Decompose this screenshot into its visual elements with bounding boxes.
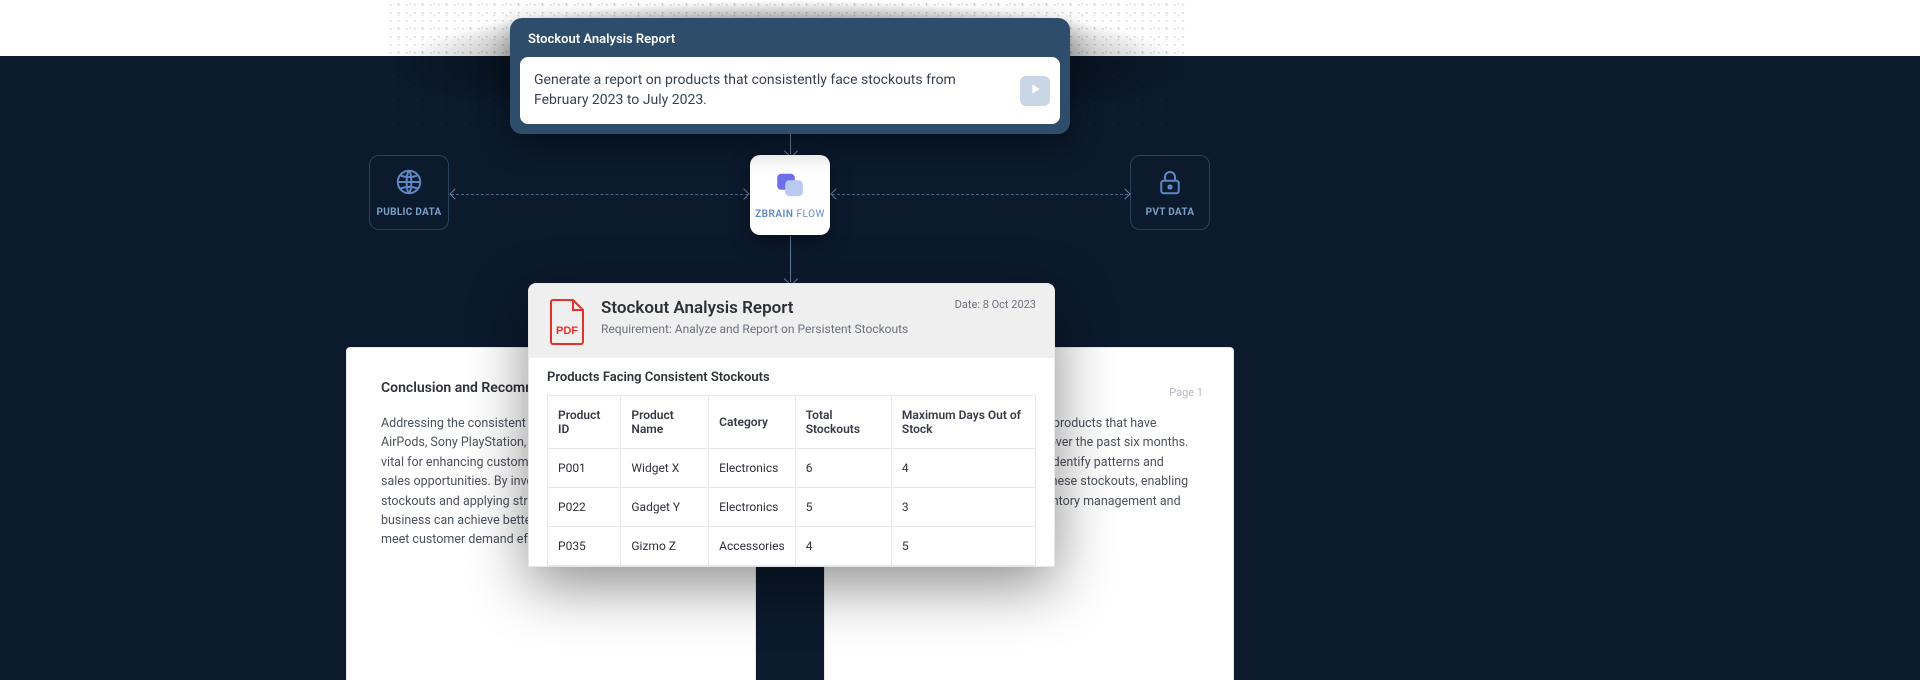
play-icon <box>1027 81 1043 101</box>
report-title: Stockout Analysis Report <box>601 298 941 318</box>
report-header: PDF Stockout Analysis Report Requirement… <box>529 284 1054 358</box>
private-data-label: PVT DATA <box>1146 207 1195 218</box>
page-number: Page 1 <box>1169 386 1203 399</box>
table-header-row: Product ID Product Name Category Total S… <box>548 396 1036 449</box>
cell: Gadget Y <box>621 488 709 527</box>
stockout-table: Product ID Product Name Category Total S… <box>547 395 1036 566</box>
col-total-stockouts: Total Stockouts <box>795 396 891 449</box>
report-card: PDF Stockout Analysis Report Requirement… <box>528 283 1055 567</box>
table-row: P001 Widget X Electronics 6 4 <box>548 449 1036 488</box>
cell: 3 <box>891 488 1035 527</box>
connector-right <box>832 194 1128 195</box>
zbrain-flow-node: ZBRAIN FLOW <box>750 155 830 235</box>
prompt-card: Stockout Analysis Report Generate a repo… <box>510 18 1070 134</box>
cell: Electronics <box>709 449 796 488</box>
table-row: P022 Gadget Y Electronics 5 3 <box>548 488 1036 527</box>
prompt-text: Generate a report on products that consi… <box>534 71 1006 110</box>
zbrain-logo-icon <box>774 171 806 203</box>
prompt-title: Stockout Analysis Report <box>520 28 1060 57</box>
table-row: P035 Gizmo Z Accessories 4 5 <box>548 527 1036 566</box>
col-max-days: Maximum Days Out of Stock <box>891 396 1035 449</box>
report-body: Products Facing Consistent Stockouts Pro… <box>529 358 1054 566</box>
cell: 6 <box>795 449 891 488</box>
globe-icon <box>394 167 424 201</box>
private-data-node: PVT DATA <box>1130 155 1210 230</box>
col-product-name: Product Name <box>621 396 709 449</box>
cell: P035 <box>548 527 621 566</box>
cell: 5 <box>891 527 1035 566</box>
cell: Accessories <box>709 527 796 566</box>
zbrain-label-main: ZBRAIN <box>755 209 793 220</box>
col-category: Category <box>709 396 796 449</box>
public-data-node: PUBLIC DATA <box>369 155 449 230</box>
connector-left <box>451 194 748 195</box>
report-requirement: Requirement: Analyze and Report on Persi… <box>601 322 941 336</box>
cell: P001 <box>548 449 621 488</box>
cell: Electronics <box>709 488 796 527</box>
cell: Widget X <box>621 449 709 488</box>
prompt-input[interactable]: Generate a report on products that consi… <box>520 57 1060 124</box>
report-date: Date: 8 Oct 2023 <box>955 298 1036 311</box>
pdf-icon: PDF <box>547 298 587 344</box>
public-data-label: PUBLIC DATA <box>377 207 442 218</box>
cell: 5 <box>795 488 891 527</box>
zbrain-label-sub: FLOW <box>797 209 825 220</box>
svg-text:PDF: PDF <box>556 325 578 337</box>
cell: P022 <box>548 488 621 527</box>
cell: Gizmo Z <box>621 527 709 566</box>
report-section-heading: Products Facing Consistent Stockouts <box>547 370 1036 385</box>
send-button[interactable] <box>1020 76 1050 106</box>
zbrain-flow-label: ZBRAIN FLOW <box>755 209 825 220</box>
cell: 4 <box>891 449 1035 488</box>
lock-icon <box>1155 167 1185 201</box>
cell: 4 <box>795 527 891 566</box>
col-product-id: Product ID <box>548 396 621 449</box>
